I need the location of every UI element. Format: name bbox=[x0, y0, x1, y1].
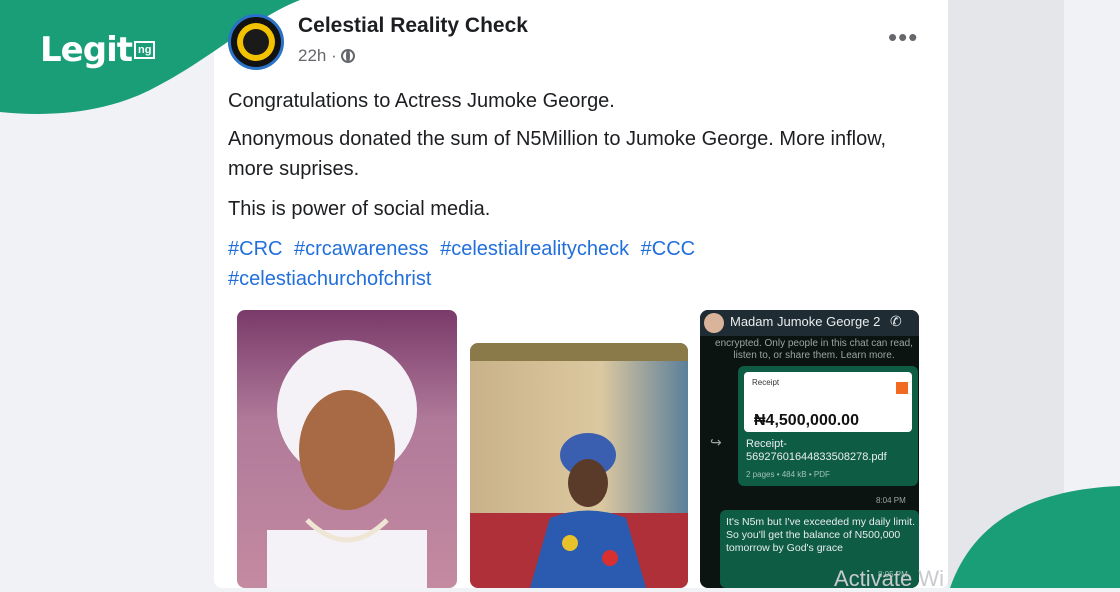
activate-windows-watermark: Activate Wi bbox=[834, 566, 945, 591]
logo-text: Legit bbox=[40, 30, 133, 70]
post-meta: 22h · bbox=[298, 46, 355, 66]
chat-header: Madam Jumoke George 2 ✆ bbox=[700, 310, 919, 336]
chat-contact-name: Madam Jumoke George 2 bbox=[730, 314, 881, 329]
page-name-link[interactable]: Celestial Reality Check bbox=[298, 14, 528, 38]
hashtag-link[interactable]: #CCC bbox=[641, 238, 695, 260]
chat-screenshot[interactable]: Madam Jumoke George 2 ✆ encrypted. Only … bbox=[700, 310, 919, 588]
receipt-message: Receipt ₦4,500,000.00 Receipt-5692760164… bbox=[738, 366, 918, 486]
receipt-filename: Receipt-56927601644833508278.pdf bbox=[746, 438, 887, 463]
photo-portrait[interactable] bbox=[237, 310, 457, 588]
receipt-time: 8:04 PM bbox=[876, 496, 906, 505]
legit-logo: Legit ng bbox=[40, 30, 156, 70]
hashtag-link[interactable]: #crcawareness bbox=[294, 238, 429, 260]
forward-icon: ↪ bbox=[710, 434, 722, 450]
receipt-meta: 2 pages • 484 kB • PDF bbox=[746, 470, 830, 479]
page-avatar[interactable] bbox=[228, 14, 284, 70]
post-line-3: This is power of social media. bbox=[228, 198, 491, 220]
post-line-2: Anonymous donated the sum of N5Million t… bbox=[228, 128, 887, 180]
post-time[interactable]: 22h · bbox=[298, 46, 337, 66]
hashtags: #CRC #crcawareness #celestialrealitychec… bbox=[228, 234, 928, 294]
hashtag-link[interactable]: #celestialrealitycheck bbox=[440, 238, 629, 260]
encryption-notice: encrypted. Only people in this chat can … bbox=[715, 338, 913, 361]
receipt-title: Receipt bbox=[752, 378, 780, 387]
hashtag-link[interactable]: #CRC bbox=[228, 238, 282, 260]
receipt-preview: Receipt ₦4,500,000.00 bbox=[744, 372, 912, 432]
receipt-amount: ₦4,500,000.00 bbox=[754, 412, 859, 429]
post-line-1: Congratulations to Actress Jumoke George… bbox=[228, 90, 615, 112]
bank-logo-icon bbox=[896, 382, 908, 394]
more-options-icon[interactable]: ••• bbox=[888, 24, 918, 50]
contact-avatar bbox=[704, 313, 724, 333]
logo-suffix: ng bbox=[133, 41, 156, 59]
call-icon: ✆ bbox=[890, 313, 902, 329]
photo-seated[interactable] bbox=[470, 343, 688, 588]
brand-corner-shape-bottom bbox=[950, 486, 1120, 588]
hashtag-link[interactable]: #celestiachurchofchrist bbox=[228, 268, 431, 290]
globe-icon bbox=[340, 49, 355, 63]
message-text: It's N5m but I've exceeded my daily limi… bbox=[726, 516, 915, 554]
